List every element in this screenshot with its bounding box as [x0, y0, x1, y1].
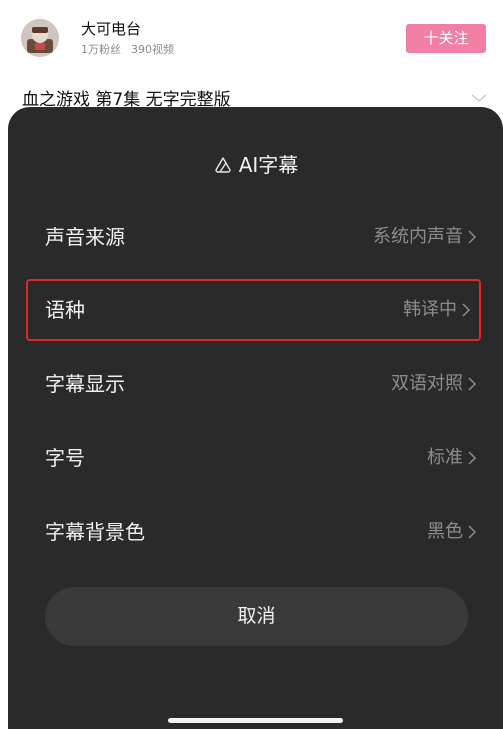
chevron-right-icon: [462, 303, 471, 317]
row-sound-source[interactable]: 声音来源 系统内声音: [8, 208, 503, 266]
row-label: 语种: [45, 298, 85, 322]
row-value: 系统内声音: [373, 226, 463, 247]
follow-button[interactable]: 十关注: [406, 24, 486, 53]
ai-subtitle-sheet: AI字幕 声音来源 系统内声音 语种 韩译中 字幕显示 双语对照 字号 标准 字…: [8, 107, 503, 729]
page: 大可电台 1万粉丝 390视频 十关注 血之游戏 第7集 无字完整版 AI字幕 声…: [0, 0, 503, 729]
row-value: 双语对照: [391, 373, 463, 394]
home-indicator[interactable]: [168, 718, 343, 723]
row-value: 标准: [427, 447, 463, 468]
chevron-right-icon: [468, 451, 477, 465]
row-language[interactable]: 语种 韩译中: [26, 279, 481, 341]
cancel-button[interactable]: 取消: [45, 587, 468, 646]
chevron-right-icon: [468, 377, 477, 391]
video-count: 390视频: [131, 43, 174, 56]
row-label: 声音来源: [45, 225, 125, 249]
channel-name[interactable]: 大可电台: [81, 20, 141, 38]
chevron-right-icon: [468, 230, 477, 244]
fans-count: 1万粉丝: [81, 43, 121, 56]
chevron-down-icon[interactable]: [470, 92, 488, 104]
sheet-title: AI字幕: [8, 152, 503, 181]
row-subtitle-display[interactable]: 字幕显示 双语对照: [8, 355, 503, 413]
channel-stats: 1万粉丝 390视频: [81, 43, 174, 57]
row-label: 字幕显示: [45, 372, 125, 396]
row-label: 字幕背景色: [45, 520, 145, 544]
channel-header: 大可电台 1万粉丝 390视频 十关注: [0, 12, 503, 68]
row-subtitle-background[interactable]: 字幕背景色 黑色: [8, 503, 503, 561]
row-font-size[interactable]: 字号 标准: [8, 429, 503, 487]
row-label: 字号: [45, 446, 85, 470]
row-value: 韩译中: [403, 299, 457, 320]
sheet-title-text: AI字幕: [238, 153, 299, 177]
row-value: 黑色: [427, 521, 463, 542]
channel-avatar[interactable]: [21, 19, 59, 57]
chevron-right-icon: [468, 525, 477, 539]
ai-icon: [215, 157, 231, 173]
